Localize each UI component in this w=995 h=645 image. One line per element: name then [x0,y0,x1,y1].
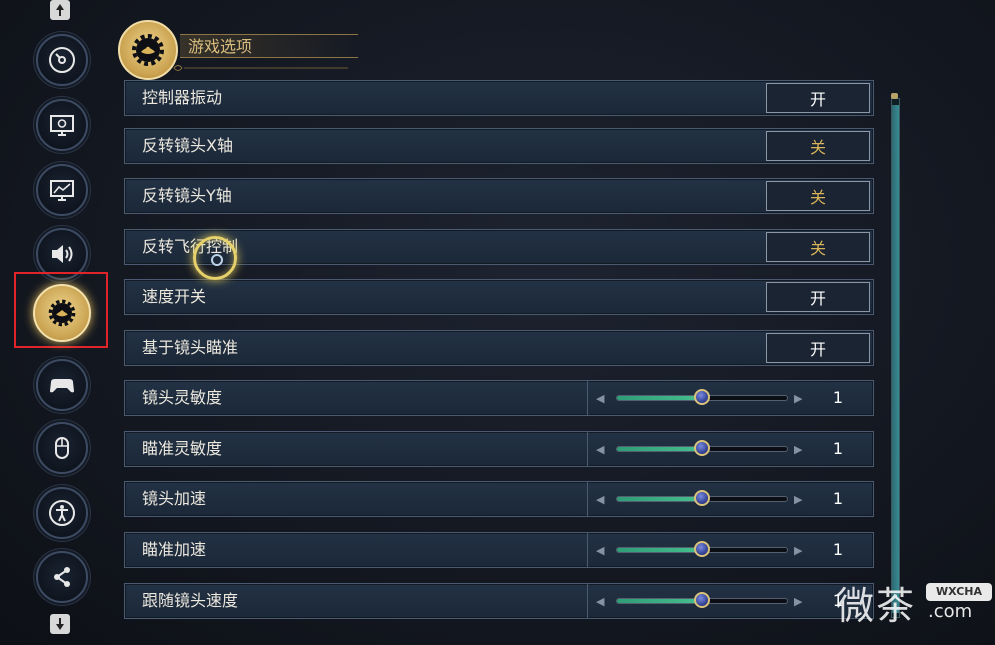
arrow-down-icon [56,618,64,630]
slider-value: 1 [832,388,844,407]
sidebar-item-accessibility[interactable] [36,487,88,539]
sidebar-scroll-up-button[interactable] [50,0,70,20]
gameplay-gear-icon [48,299,76,327]
setting-label: 基于镜头瞄准 [142,338,239,357]
setting-row[interactable]: 反转镜头Y轴 关 [124,178,874,214]
settings-scrollbar[interactable] [891,93,900,618]
slider-fill [617,447,702,451]
mouse-icon [55,437,69,459]
scrollbar-cap-top [891,93,898,99]
slider-knob[interactable] [694,389,710,405]
slider-value: 1 [832,489,844,508]
slider-value: 1 [832,540,844,559]
settings-list: 控制器振动开反转镜头X轴关反转镜头Y轴关反转飞行控制关速度开关开基于镜头瞄准开镜… [124,0,876,645]
sidebar-item-gameplay[interactable] [33,284,91,342]
setting-row[interactable]: 控制器振动 开 [124,80,874,116]
sidebar-item-disc[interactable] [36,34,88,86]
slider-fill [617,548,702,552]
setting-label: 反转镜头X轴 [142,136,233,155]
slider-left-arrow-icon[interactable]: ◀ [596,544,604,557]
sidebar-scroll-down-button[interactable] [50,614,70,634]
setting-row[interactable]: 跟随镜头速度 ◀ ▶ 1 [124,583,874,619]
setting-toggle[interactable]: 开 [766,282,870,312]
slider-right-arrow-icon[interactable]: ▶ [794,544,802,557]
slider-right-arrow-icon[interactable]: ▶ [794,493,802,506]
sidebar-item-controller[interactable] [36,359,88,411]
accessibility-icon [49,500,75,526]
sidebar-item-graphics[interactable] [36,164,88,216]
setting-row[interactable]: 瞄准加速 ◀ ▶ 1 [124,532,874,568]
slider-left-arrow-icon[interactable]: ◀ [596,443,604,456]
setting-row[interactable]: 镜头灵敏度 ◀ ▶ 1 [124,380,874,416]
setting-toggle[interactable]: 关 [766,181,870,211]
setting-row[interactable]: 反转镜头X轴 关 [124,128,874,164]
scrollbar-thumb[interactable] [892,105,899,613]
cursor-dot [211,254,223,266]
slider-fill [617,396,702,400]
slider-right-arrow-icon[interactable]: ▶ [794,392,802,405]
setting-toggle[interactable]: 开 [766,83,870,113]
slider-fill [617,599,702,603]
setting-row[interactable]: 速度开关 开 [124,279,874,315]
slider-left-arrow-icon[interactable]: ◀ [596,392,604,405]
setting-label: 瞄准灵敏度 [142,439,223,458]
setting-slider: ◀ ▶ 1 [587,381,876,415]
setting-row[interactable]: 镜头加速 ◀ ▶ 1 [124,481,874,517]
setting-label: 速度开关 [142,287,207,306]
sidebar-item-display[interactable] [36,99,88,151]
monitor-gear-icon [50,115,74,136]
slider-fill [617,497,702,501]
setting-label: 跟随镜头速度 [142,591,239,610]
arrow-up-icon [56,4,64,16]
setting-slider: ◀ ▶ 1 [587,432,876,466]
setting-label: 镜头加速 [142,489,207,508]
setting-row[interactable]: 基于镜头瞄准 开 [124,330,874,366]
slider-left-arrow-icon[interactable]: ◀ [596,595,604,608]
disc-icon [49,47,75,73]
setting-slider: ◀ ▶ 1 [587,584,876,618]
setting-row[interactable]: 瞄准灵敏度 ◀ ▶ 1 [124,431,874,467]
setting-toggle[interactable]: 开 [766,333,870,363]
watermark-domain: .com [928,601,973,622]
gamepad-icon [50,379,74,393]
settings-sidebar [0,0,118,645]
sidebar-item-network[interactable] [36,551,88,603]
watermark-logo: 微茶 [836,584,917,628]
monitor-graph-icon [50,180,74,201]
sidebar-item-mouse[interactable] [36,422,88,474]
setting-toggle[interactable]: 关 [766,232,870,262]
watermark-badge: WXCHA [926,583,992,601]
watermark: 微茶 WXCHA .com [836,575,995,631]
slider-knob[interactable] [694,440,710,456]
setting-slider: ◀ ▶ 1 [587,482,876,516]
slider-left-arrow-icon[interactable]: ◀ [596,493,604,506]
slider-knob[interactable] [694,541,710,557]
setting-label: 镜头灵敏度 [142,388,223,407]
speaker-icon [52,245,73,263]
slider-right-arrow-icon[interactable]: ▶ [794,595,802,608]
share-icon [54,567,70,587]
slider-right-arrow-icon[interactable]: ▶ [794,443,802,456]
cursor-ring [193,236,237,280]
slider-knob[interactable] [694,490,710,506]
slider-knob[interactable] [694,592,710,608]
setting-label: 反转镜头Y轴 [142,186,232,205]
setting-label: 控制器振动 [142,88,223,107]
setting-toggle[interactable]: 关 [766,131,870,161]
setting-slider: ◀ ▶ 1 [587,533,876,567]
slider-value: 1 [832,439,844,458]
setting-label: 瞄准加速 [142,540,207,559]
